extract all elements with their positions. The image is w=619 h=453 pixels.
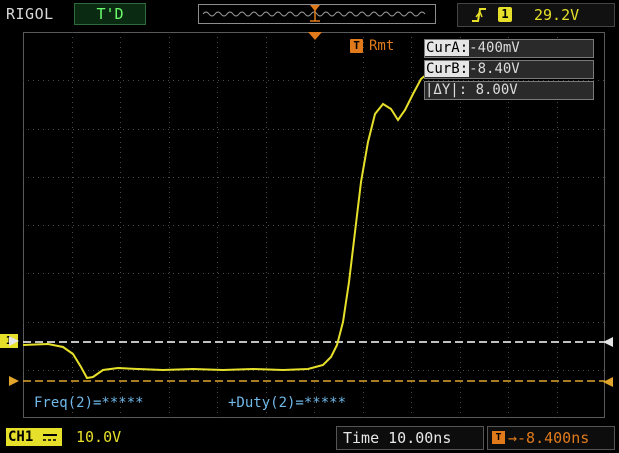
trigger-source-badge: 1 xyxy=(498,7,512,22)
cursor-b-tag: CurB: xyxy=(425,61,470,77)
cursor-delta-y-readout: |ΔY|: 8.00V xyxy=(424,81,594,100)
memory-depth-indicator xyxy=(198,4,436,24)
trigger-offset-panel[interactable]: T →-8.400ns xyxy=(487,426,615,450)
timebase-panel[interactable]: Time 10.00ns xyxy=(336,426,484,450)
channel1-settings-button[interactable]: CH1 xyxy=(6,428,62,446)
trigger-offset-icon: T xyxy=(492,431,505,444)
cursor-a-tag: CurA: xyxy=(425,40,470,56)
trigger-status-badge: T'D xyxy=(74,3,146,25)
channel1-volts-per-div: 10.0V xyxy=(76,428,122,446)
trigger-level-value: 29.2V xyxy=(534,6,580,24)
trigger-offset-value: →-8.400ns xyxy=(508,429,590,447)
frequency-measurement: Freq(2)=***** xyxy=(34,395,144,411)
cursor-b-readout: CurB:-8.40V xyxy=(424,60,594,79)
cursor-b-right-marker xyxy=(603,377,613,387)
cursor-b-value: -8.40V xyxy=(469,61,520,77)
channel1-label: CH1 xyxy=(8,429,34,445)
duty-cycle-measurement: +Duty(2)=***** xyxy=(228,395,347,411)
trigger-marker-icon: T xyxy=(350,39,363,53)
trigger-info-panel[interactable]: 1 29.2V xyxy=(457,3,615,27)
cursor-a-value: -400mV xyxy=(469,40,520,56)
cursor-a-readout: CurA:-400mV xyxy=(424,39,594,58)
waveform-overview-icon xyxy=(202,4,426,22)
rising-edge-icon xyxy=(470,6,488,28)
dc-coupling-icon xyxy=(42,429,58,445)
cursor-a-left-marker xyxy=(9,336,19,346)
cursor-a-right-marker xyxy=(603,337,613,347)
cursor-b-left-marker xyxy=(9,376,19,386)
brand-label: RIGOL xyxy=(6,5,54,23)
remote-mode-label: Rmt xyxy=(369,38,395,54)
timebase-value: Time 10.00ns xyxy=(343,429,452,447)
trigger-position-marker xyxy=(308,32,322,40)
